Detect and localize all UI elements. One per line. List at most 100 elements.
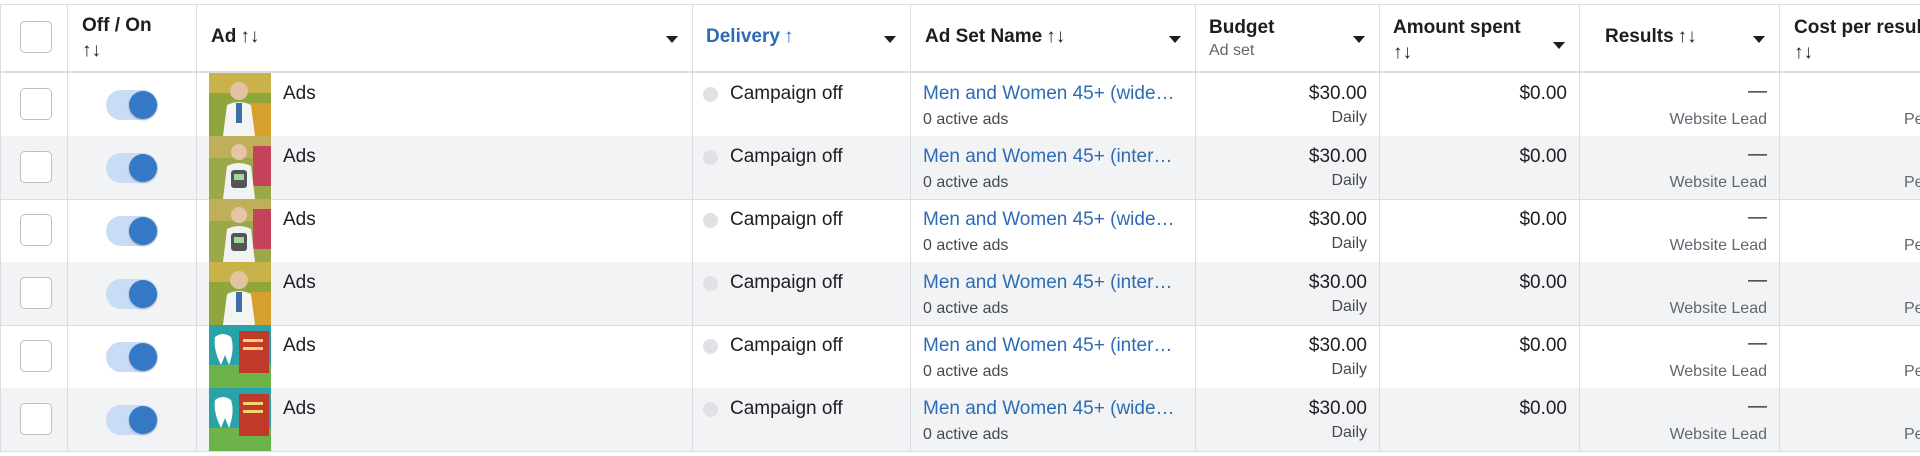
ad-name[interactable]: Ads	[283, 209, 316, 231]
ad-set-link[interactable]: Men and Women 45+ (inter…	[923, 335, 1185, 357]
toggle-knob	[129, 91, 157, 119]
chevron-down-icon[interactable]	[1169, 36, 1181, 43]
toggle-cell	[68, 388, 197, 451]
sort-icon[interactable]: ↑↓	[1393, 42, 1412, 64]
delivery-cell: Campaign off	[693, 262, 911, 325]
table-row[interactable]: Ads Campaign off Men and Women 45+ (wide…	[0, 388, 1920, 452]
ad-name[interactable]: Ads	[283, 335, 316, 357]
cost-per-result-cell: Pe	[1780, 73, 1920, 136]
amount-spent-cell: $0.00	[1380, 262, 1580, 325]
budget-cell: $30.00 Daily	[1196, 262, 1380, 325]
results-value: —	[1748, 333, 1767, 354]
budget-value: $30.00	[1308, 146, 1367, 167]
ad-thumbnail[interactable]	[209, 388, 271, 451]
header-off-on[interactable]: Off / On ↑↓	[68, 5, 197, 71]
toggle-knob	[129, 343, 157, 371]
header-cost-per-result-label: Cost per resul	[1794, 17, 1920, 38]
select-cell	[0, 199, 68, 262]
header-delivery-label: Delivery ↑	[706, 26, 794, 47]
chevron-down-icon[interactable]	[1553, 42, 1565, 49]
ad-thumbnail[interactable]	[209, 325, 271, 388]
header-ad-set-name-label: Ad Set Name ↑↓	[925, 26, 1066, 47]
amount-spent-value: $0.00	[1519, 146, 1567, 167]
chevron-down-icon[interactable]	[884, 36, 896, 43]
on-off-toggle[interactable]	[106, 405, 158, 435]
on-off-toggle[interactable]	[106, 279, 158, 309]
status-dot-icon	[703, 150, 718, 165]
cost-per-result-cell: Pe	[1780, 325, 1920, 388]
ad-name[interactable]: Ads	[283, 398, 316, 420]
amount-spent-value: $0.00	[1519, 272, 1567, 293]
ad-name[interactable]: Ads	[283, 146, 316, 168]
ad-set-link[interactable]: Men and Women 45+ (wide…	[923, 83, 1185, 105]
sort-icon[interactable]: ↑↓	[1794, 42, 1813, 64]
row-checkbox[interactable]	[20, 213, 52, 246]
header-cost-per-result[interactable]: Cost per resul ↑↓	[1780, 5, 1920, 71]
on-off-toggle[interactable]	[106, 342, 158, 372]
ad-set-link[interactable]: Men and Women 45+ (wide…	[923, 398, 1185, 420]
status-dot-icon	[703, 87, 718, 102]
ad-set-sub: 0 active ads	[923, 237, 1009, 254]
table-row[interactable]: Ads Campaign off Men and Women 45+ (wide…	[0, 199, 1920, 263]
budget-value: $30.00	[1308, 398, 1367, 419]
ad-cell[interactable]: Ads	[197, 388, 693, 451]
header-ad[interactable]: Ad ↑↓	[197, 5, 693, 71]
cost-per-result-cell: Pe	[1780, 388, 1920, 451]
chevron-down-icon[interactable]	[1353, 36, 1365, 43]
status-dot-icon	[703, 339, 718, 354]
cost-per-result-sub: Pe	[1904, 111, 1920, 128]
sort-icon[interactable]: ↑↓	[82, 40, 101, 62]
ad-set-cell: Men and Women 45+ (inter… 0 active ads	[911, 262, 1196, 325]
ad-name[interactable]: Ads	[283, 272, 316, 294]
table-header: Off / On ↑↓ Ad ↑↓ Delivery ↑ Ad Set Name ↑↓…	[0, 4, 1920, 73]
header-results-label: Results ↑↓	[1605, 26, 1697, 47]
header-amount-spent[interactable]: Amount spent ↑↓	[1380, 5, 1580, 71]
ad-thumbnail[interactable]	[209, 73, 271, 136]
cost-per-result-cell: Pe	[1780, 262, 1920, 325]
ad-thumbnail[interactable]	[209, 262, 271, 325]
select-all-checkbox[interactable]	[20, 21, 52, 53]
select-cell	[0, 136, 68, 199]
header-results[interactable]: Results ↑↓	[1580, 5, 1780, 71]
ad-cell[interactable]: Ads	[197, 325, 693, 388]
on-off-toggle[interactable]	[106, 90, 158, 120]
on-off-toggle[interactable]	[106, 216, 158, 246]
ad-set-link[interactable]: Men and Women 45+ (inter…	[923, 146, 1185, 168]
table-body: Ads Campaign off Men and Women 45+ (wide…	[0, 73, 1920, 452]
sort-icon[interactable]: ↑↓	[240, 26, 259, 47]
delivery-status: Campaign off	[730, 335, 843, 356]
ad-cell[interactable]: Ads	[197, 262, 693, 325]
ad-name[interactable]: Ads	[283, 83, 316, 105]
table-row[interactable]: Ads Campaign off Men and Women 45+ (inte…	[0, 325, 1920, 389]
budget-cell: $30.00 Daily	[1196, 388, 1380, 451]
header-ad-set-name[interactable]: Ad Set Name ↑↓	[911, 5, 1196, 71]
ad-thumbnail[interactable]	[209, 136, 271, 199]
on-off-toggle[interactable]	[106, 153, 158, 183]
table-row[interactable]: Ads Campaign off Men and Women 45+ (inte…	[0, 262, 1920, 326]
row-checkbox[interactable]	[20, 276, 52, 309]
sort-icon[interactable]: ↑↓	[1678, 26, 1697, 47]
table-row[interactable]: Ads Campaign off Men and Women 45+ (wide…	[0, 73, 1920, 137]
cost-per-result-cell: Pe	[1780, 136, 1920, 199]
row-checkbox[interactable]	[20, 87, 52, 120]
ad-cell[interactable]: Ads	[197, 199, 693, 262]
row-checkbox[interactable]	[20, 150, 52, 183]
row-checkbox[interactable]	[20, 339, 52, 372]
header-budget[interactable]: Budget Ad set	[1196, 5, 1380, 71]
results-cell: — Website Lead	[1580, 262, 1780, 325]
chevron-down-icon[interactable]	[1753, 36, 1765, 43]
sort-ascending-icon[interactable]: ↑	[784, 26, 794, 47]
ad-set-link[interactable]: Men and Women 45+ (wide…	[923, 209, 1185, 231]
chevron-down-icon[interactable]	[666, 36, 678, 43]
ad-cell[interactable]: Ads	[197, 73, 693, 136]
table-row[interactable]: Ads Campaign off Men and Women 45+ (inte…	[0, 136, 1920, 200]
budget-type: Daily	[1331, 235, 1367, 252]
delivery-cell: Campaign off	[693, 325, 911, 388]
delivery-cell: Campaign off	[693, 136, 911, 199]
ad-cell[interactable]: Ads	[197, 136, 693, 199]
ad-thumbnail[interactable]	[209, 199, 271, 262]
sort-icon[interactable]: ↑↓	[1046, 26, 1065, 47]
header-delivery[interactable]: Delivery ↑	[693, 5, 911, 71]
row-checkbox[interactable]	[20, 402, 52, 435]
ad-set-link[interactable]: Men and Women 45+ (inter…	[923, 272, 1185, 294]
